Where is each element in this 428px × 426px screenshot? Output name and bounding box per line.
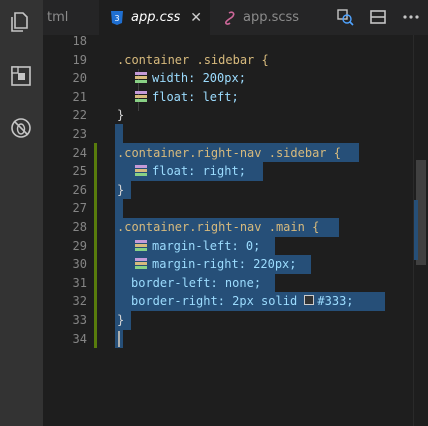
line-number: 28 [72,220,87,234]
line-number: 21 [72,90,87,104]
property-icon [135,72,147,83]
line-number: 30 [72,257,87,271]
scss-file-icon [225,10,235,25]
tab-app-css-label: app.css [131,10,181,25]
line-number: 23 [72,127,87,141]
tab-app-css[interactable]: 3 app.css ✕ [99,0,210,35]
line-number: 26 [72,183,87,197]
line-number: 24 [72,146,87,160]
vertical-scrollbar[interactable] [413,35,428,426]
property-icon [135,91,147,102]
property-icon [135,240,147,251]
line-number: 22 [72,108,87,122]
line-number: 32 [72,294,87,308]
code-line: border-left: none; [131,276,262,290]
activity-bar [0,0,43,426]
compare-icon[interactable] [335,7,355,27]
code-line: width: 200px; [135,69,246,88]
files-icon[interactable] [9,10,33,34]
selection [115,124,123,143]
code-line: } [117,313,125,327]
selection-overview-marker [414,200,418,260]
tab-app-scss-label: app.scss [243,10,300,25]
debug-icon[interactable] [9,116,33,140]
code-editor[interactable]: 18 19 20 21 22 23 24 25 26 27 28 29 30 3… [43,34,428,426]
code-text: margin-right: 220px; [152,257,297,271]
code-line: .container.right-nav .sidebar { [117,146,341,160]
property-icon [135,258,147,269]
code-text: float: left; [152,90,239,104]
close-icon[interactable]: ✕ [190,10,202,26]
tab-html-label: tml [47,10,69,25]
css-file-icon: 3 [111,10,123,25]
line-number: 33 [72,313,87,327]
split-editor-icon[interactable] [368,7,388,27]
code-line: float: left; [135,88,239,107]
tab-html[interactable]: tml [43,0,99,35]
code-line: .container .sidebar { [117,53,269,67]
code-text: float: right; [152,164,246,178]
code-line: margin-right: 220px; [135,255,297,274]
extensions-icon[interactable] [9,64,33,88]
more-icon[interactable] [401,7,421,27]
code-line: float: right; [135,162,246,181]
code-line: border-right: 2px solid #333; [131,292,354,311]
code-line: margin-left: 0; [135,237,260,256]
svg-text:3: 3 [114,14,119,23]
line-number: 18 [72,34,87,48]
code-text: border-right: 2px solid #333; [131,294,354,308]
line-number: 34 [72,332,87,346]
line-number: 31 [72,276,87,290]
line-number: 25 [72,164,87,178]
git-added-marker [94,143,97,348]
property-icon [135,165,147,176]
line-number: 29 [72,239,87,253]
code-line: .container.right-nav .main { [117,220,320,234]
line-number: 27 [72,201,87,215]
color-swatch[interactable] [304,295,315,305]
code-line: } [117,183,125,197]
line-number: 19 [72,53,87,67]
text-cursor [118,331,120,347]
code-text: width: 200px; [152,71,246,85]
tab-app-scss[interactable]: app.scss [210,0,320,35]
selection [115,199,123,218]
code-line: } [117,108,125,122]
code-text: margin-left: 0; [152,239,261,253]
line-number: 20 [72,71,87,85]
tab-bar: tml 3 app.css ✕ app.scss [43,0,428,35]
